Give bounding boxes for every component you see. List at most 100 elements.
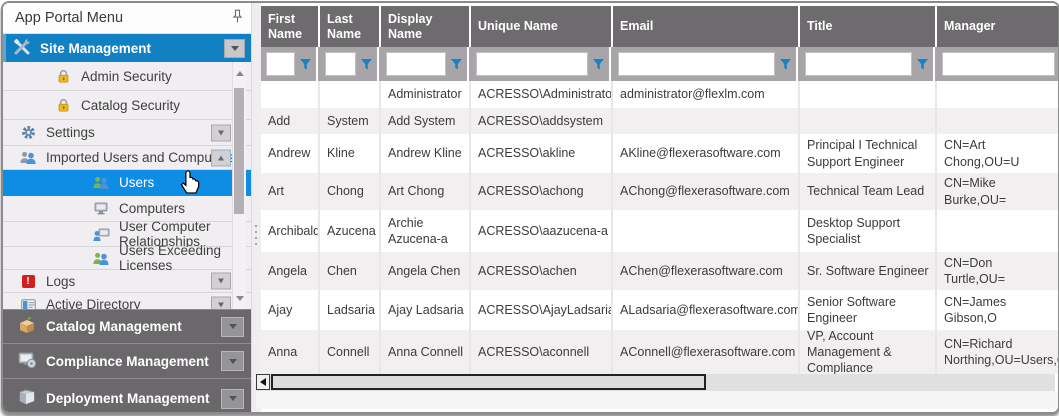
cell-first-name: Add <box>261 108 318 134</box>
table-row[interactable]: Art Chong Art Chong ACRESSO\achong AChon… <box>261 173 1058 210</box>
tools-icon <box>13 38 31 59</box>
cell-unique-name: ACRESSO\Administrator <box>471 81 611 108</box>
cell-unique-name: ACRESSO\AjayLadsaria <box>471 290 611 330</box>
column-header-display-name[interactable]: Display Name <box>381 6 469 47</box>
grid-filter-row <box>261 47 1058 81</box>
column-header-first-name[interactable]: First Name <box>261 6 318 47</box>
cell-last-name: Azucena <box>320 210 379 252</box>
item-label: Admin Security <box>81 69 172 84</box>
chevron-up-icon[interactable] <box>211 149 231 166</box>
horizontal-scrollbar[interactable] <box>256 374 1055 391</box>
cell-unique-name: ACRESSO\akline <box>471 134 611 173</box>
column-header-last-name[interactable]: Last Name <box>320 6 379 47</box>
sidebar-section-deployment-management[interactable]: Deployment Management <box>3 378 251 414</box>
chevron-down-icon[interactable] <box>221 351 244 371</box>
users-icon <box>91 176 111 189</box>
chevron-down-icon[interactable] <box>211 296 231 309</box>
section-label: Deployment Management <box>46 391 210 406</box>
table-row[interactable]: Archibald Azucena Archie Azucena-a ACRES… <box>261 210 1058 252</box>
cell-display-name: Angela Chen <box>381 252 469 290</box>
chevron-down-icon[interactable] <box>221 317 244 337</box>
item-label: Imported Users and Computers <box>46 150 234 165</box>
app-window: App Portal Menu Site Management Admin Se… <box>1 1 1059 414</box>
scroll-down-icon[interactable] <box>233 291 246 305</box>
filter-input-first-name[interactable] <box>266 52 295 76</box>
sidebar-item-settings[interactable]: Settings <box>3 120 251 146</box>
chevron-down-icon[interactable] <box>211 124 231 141</box>
lock-icon <box>53 98 73 112</box>
chevron-down-icon[interactable] <box>211 273 231 290</box>
section-label: Compliance Management <box>46 354 209 369</box>
chevron-down-icon[interactable] <box>221 389 244 409</box>
filter-input-last-name[interactable] <box>325 52 356 76</box>
item-label: Settings <box>46 125 95 140</box>
cell-email: AKline@flexerasoftware.com <box>613 134 798 173</box>
item-label: Logs <box>46 274 75 289</box>
cell-title <box>800 108 935 134</box>
filter-input-manager[interactable] <box>942 52 1055 76</box>
filter-funnel-icon[interactable] <box>590 58 606 71</box>
item-label: Catalog Security <box>81 98 180 113</box>
cell-manager <box>937 81 1058 108</box>
cell-last-name: Kline <box>320 134 379 173</box>
column-header-unique-name[interactable]: Unique Name <box>471 6 611 47</box>
scrollbar-thumb[interactable] <box>234 88 244 214</box>
cell-first-name: Andrew <box>261 134 318 173</box>
table-row[interactable]: Administrator ACRESSO\Administrator admi… <box>261 81 1058 108</box>
sidebar-item-users[interactable]: Users <box>3 170 251 196</box>
table-row[interactable]: Andrew Kline Andrew Kline ACRESSO\akline… <box>261 134 1058 173</box>
column-header-title[interactable]: Title <box>800 6 935 47</box>
sidebar-section-compliance-management[interactable]: Compliance Management <box>3 343 251 378</box>
filter-input-unique-name[interactable] <box>476 52 588 76</box>
sidebar-item-users-exceeding-licenses[interactable]: Users Exceeding Licenses <box>3 247 251 270</box>
filter-cell <box>800 47 935 81</box>
filter-cell <box>613 47 798 81</box>
chevron-down-icon[interactable] <box>224 39 245 58</box>
column-header-email[interactable]: Email <box>613 6 798 47</box>
filter-input-title[interactable] <box>805 52 912 76</box>
table-row[interactable]: Ajay Ladsaria Ajay Ladsaria ACRESSO\Ajay… <box>261 290 1058 330</box>
pin-icon[interactable] <box>232 9 243 28</box>
filter-cell <box>261 47 318 81</box>
cell-manager: CN=Richard Northing,OU=Users,O <box>937 330 1058 374</box>
filter-cell <box>320 47 379 81</box>
table-row[interactable]: Angela Chen Angela Chen ACRESSO\achen AC… <box>261 252 1058 290</box>
filter-funnel-icon[interactable] <box>448 58 464 71</box>
cell-display-name: Art Chong <box>381 173 469 210</box>
cell-last-name: Chen <box>320 252 379 290</box>
sidebar-item-imported-users-and-computers[interactable]: Imported Users and Computers <box>3 146 251 170</box>
scroll-up-icon[interactable] <box>233 66 246 80</box>
cell-last-name: Connell <box>320 330 379 374</box>
sidebar-section-catalog-management[interactable]: Catalog Management <box>3 309 251 343</box>
table-row[interactable]: Add System Add System ACRESSO\addsystem <box>261 108 1058 134</box>
cell-display-name: Andrew Kline <box>381 134 469 173</box>
sidebar-scrollbar[interactable] <box>232 62 246 309</box>
cell-email <box>613 108 798 134</box>
sidebar-item-active-directory[interactable]: Active Directory <box>3 293 251 309</box>
table-row[interactable]: Anna Connell Anna Connell ACRESSO\aconne… <box>261 330 1058 374</box>
cell-first-name: Art <box>261 173 318 210</box>
cell-first-name: Angela <box>261 252 318 290</box>
cell-unique-name: ACRESSO\addsystem <box>471 108 611 134</box>
sidebar-section-site-management[interactable]: Site Management <box>3 34 251 62</box>
filter-funnel-icon[interactable] <box>914 58 930 71</box>
sidebar-item-admin-security[interactable]: Admin Security <box>3 62 251 91</box>
item-label: Users <box>119 175 154 190</box>
item-label: Active Directory <box>46 297 141 309</box>
filter-funnel-icon[interactable] <box>358 58 374 71</box>
sidebar-item-catalog-security[interactable]: Catalog Security <box>3 91 251 120</box>
cell-display-name: Add System <box>381 108 469 134</box>
filter-funnel-icon[interactable] <box>777 58 793 71</box>
cell-manager: CN=Don Turtle,OU= <box>937 252 1058 290</box>
sidebar-item-logs[interactable]: ! Logs <box>3 270 251 293</box>
cell-email: AChong@flexerasoftware.com <box>613 173 798 210</box>
filter-input-display-name[interactable] <box>386 52 446 76</box>
column-header-manager[interactable]: Manager <box>937 6 1058 47</box>
filter-funnel-icon[interactable] <box>297 58 313 71</box>
section-label: Catalog Management <box>46 319 182 334</box>
scrollbar-thumb[interactable] <box>271 374 706 390</box>
filter-input-email[interactable] <box>618 52 775 76</box>
cell-first-name: Ajay <box>261 290 318 330</box>
scroll-left-icon[interactable] <box>256 374 270 390</box>
filter-cell <box>937 47 1058 81</box>
